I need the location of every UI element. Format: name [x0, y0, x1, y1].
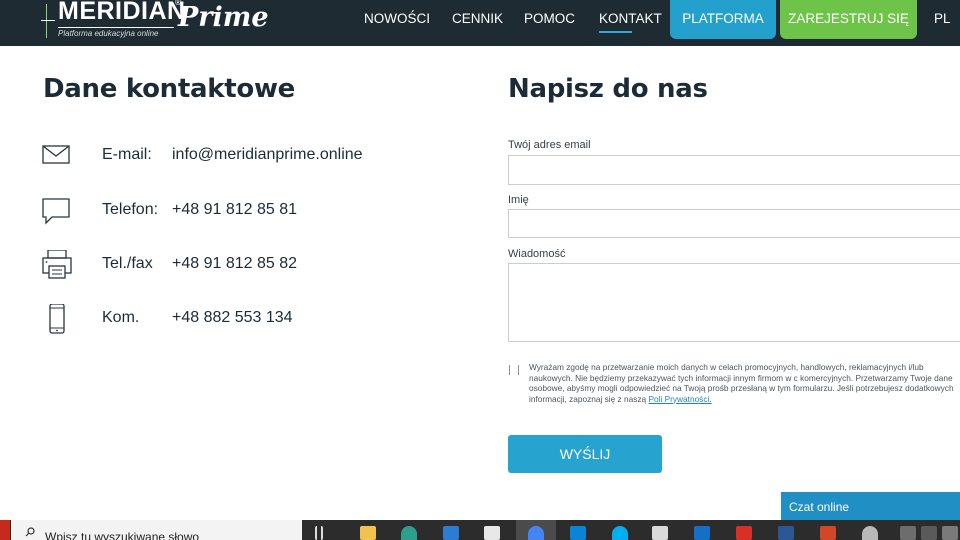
camera-icon[interactable]	[921, 526, 937, 540]
logo-wordmark: MERIDIAN	[58, 0, 186, 25]
fax-icon	[42, 250, 72, 279]
tool-icon[interactable]	[942, 526, 958, 540]
outlook-icon[interactable]	[694, 526, 710, 540]
contact-row-fax: Tel./fax +48 91 812 85 82	[40, 250, 460, 284]
contact-row-email: E-mail: info@meridianprime.online	[40, 141, 460, 175]
edge-icon[interactable]	[401, 526, 417, 540]
contact-form-title: Napisz do nas	[508, 74, 708, 104]
logo-tagline: Platforma edukacyjna online	[58, 27, 174, 39]
logo-crosshair-vertical	[46, 4, 47, 38]
chrome-icon[interactable]	[528, 526, 544, 540]
fax-label: Tel./fax	[102, 255, 153, 272]
email-label: E-mail:	[102, 146, 152, 163]
name-field-label: Imię	[508, 194, 529, 206]
chat-bubble-icon	[42, 198, 70, 225]
powerpoint-icon[interactable]	[820, 526, 836, 540]
gift-icon[interactable]	[652, 526, 668, 540]
language-selector[interactable]: PL	[934, 11, 951, 26]
nav-item-contact[interactable]: KONTAKT	[599, 11, 662, 33]
start-button[interactable]	[0, 520, 10, 540]
online-chat-widget[interactable]: Czat online	[781, 492, 960, 520]
file-explorer-icon[interactable]	[360, 526, 376, 540]
windows-taskbar: Wpisz tu wyszukiwane słowo	[0, 520, 960, 540]
envelope-icon	[42, 145, 70, 164]
logo-script-text: Prime	[178, 2, 269, 33]
nav-item-pricing[interactable]: CENNIK	[452, 11, 503, 26]
mobile-phone-icon	[49, 304, 65, 334]
mail-icon[interactable]	[443, 526, 459, 540]
windows-icon[interactable]	[570, 526, 586, 540]
paint-icon[interactable]	[862, 526, 878, 540]
platform-button[interactable]: PLATFORMA	[670, 0, 776, 39]
email-field[interactable]	[508, 155, 960, 185]
taskbar-search-box[interactable]: Wpisz tu wyszukiwane słowo	[11, 520, 302, 540]
privacy-policy-link[interactable]: Poli Prywatności.	[648, 394, 711, 404]
meridian-prime-logo[interactable]: MERIDIAN ® Prime Platforma edukacyjna on…	[41, 0, 274, 42]
nav-item-help[interactable]: POMOC	[524, 11, 575, 26]
logo-crosshair-horizontal	[41, 20, 55, 21]
contact-row-phone: Telefon: +48 91 812 85 81	[40, 196, 460, 230]
task-view-icon[interactable]	[315, 526, 323, 540]
fax-value[interactable]: +48 91 812 85 82	[172, 255, 297, 273]
phone-label: Telefon:	[102, 201, 159, 218]
consent-body: Wyrażam zgodę na przetwarzanie moich dan…	[529, 362, 954, 404]
mobile-value[interactable]: +48 882 553 134	[172, 309, 293, 327]
nav-item-news[interactable]: NOWOŚCI	[364, 11, 430, 26]
phone-value[interactable]: +48 91 812 85 81	[172, 201, 297, 219]
store-icon[interactable]	[484, 526, 500, 540]
name-field[interactable]	[508, 209, 960, 238]
email-field-label: Twój adres email	[508, 139, 591, 151]
skype-icon[interactable]	[612, 526, 628, 540]
contact-row-mobile: Kom. +48 882 553 134	[40, 304, 460, 338]
taskbar-search-placeholder: Wpisz tu wyszukiwane słowo	[45, 530, 200, 540]
word-icon[interactable]	[778, 526, 794, 540]
consent-checkbox[interactable]	[509, 365, 519, 375]
consent-text: Wyrażam zgodę na przetwarzanie moich dan…	[529, 362, 960, 418]
register-button[interactable]: ZAREJESTRUJ SIĘ	[780, 0, 917, 39]
message-field-label: Wiadomość	[508, 248, 566, 260]
search-icon	[25, 527, 35, 537]
email-value[interactable]: info@meridianprime.online	[172, 146, 363, 164]
acrobat-icon[interactable]	[736, 526, 752, 540]
contact-details-title: Dane kontaktowe	[43, 74, 295, 104]
message-field[interactable]	[508, 263, 960, 342]
top-navigation-bar: MERIDIAN ® Prime Platforma edukacyjna on…	[0, 0, 960, 46]
send-button[interactable]: WYŚLIJ	[508, 435, 662, 473]
mobile-label: Kom.	[102, 309, 140, 326]
app-icon[interactable]	[900, 526, 916, 540]
